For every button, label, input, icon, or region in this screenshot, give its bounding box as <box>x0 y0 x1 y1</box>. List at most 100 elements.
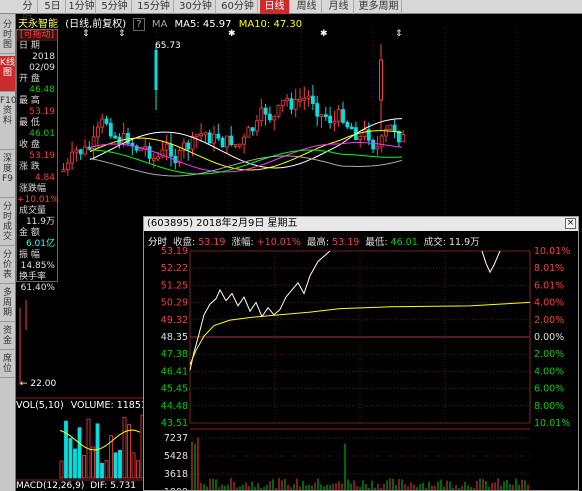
percent-axis-label: 8.01% <box>534 263 564 274</box>
candle-body <box>237 143 242 147</box>
intraday-chart[interactable]: 53.19 10.01% 52.22 8.01% 51.25 6.01% 50.29 4.00… <box>144 231 578 490</box>
kline-low-label: ← 22.00 <box>20 379 57 389</box>
candle-body <box>164 143 169 151</box>
percent-axis-label: 2.00% <box>534 349 564 360</box>
candle-body <box>70 151 74 164</box>
candle-body <box>371 139 376 150</box>
candle-body <box>108 123 113 137</box>
price-axis-label: 52.22 <box>161 263 188 274</box>
percent-axis-label: 10.01% <box>534 418 570 429</box>
candle-body <box>169 143 173 157</box>
candle-body <box>154 50 158 90</box>
info-value-1: 02/09 <box>29 63 55 73</box>
info-value-11: 61.40% <box>20 283 55 293</box>
percent-axis-label: 4.00% <box>534 298 564 309</box>
volume-label: VOL(5,10) VOLUME: 11851 <box>16 400 147 411</box>
percent-axis-label: 6.00% <box>534 384 564 395</box>
candle-body <box>289 98 294 110</box>
volume-axis-label: 3618 <box>164 469 188 480</box>
data-info-box[interactable]: [可拖动] 日 期 2018 02/09 开 盘 46.48 最 高 53.19 最 低 46.0… <box>16 29 59 293</box>
volume-bar <box>122 416 127 479</box>
volume-bar <box>82 454 86 479</box>
candle-body <box>267 113 272 121</box>
price-axis-label: 53.19 <box>161 246 188 257</box>
info-label-8: 成交量 <box>19 206 47 216</box>
info-label-2: 开 盘 <box>19 74 40 84</box>
candle-body <box>280 99 285 106</box>
volume-axis-label: 5428 <box>164 451 188 462</box>
price-axis-label: 49.32 <box>161 315 188 326</box>
price-axis-label: 47.38 <box>161 349 188 360</box>
candle-body <box>212 133 216 144</box>
percent-axis-label: 4.00% <box>534 366 564 377</box>
percent-axis-label: 0.00% <box>534 332 564 343</box>
candle-body <box>302 97 307 101</box>
candle-body <box>61 169 66 173</box>
info-value-6: 4.84 <box>34 173 55 183</box>
candle-body <box>315 103 320 117</box>
intraday-popup[interactable]: (603895) 2018年2月9日 星期五 × 分时 收盘: 53.19 涨幅:… <box>143 216 579 491</box>
close-button[interactable]: × <box>565 218 576 229</box>
info-drag-handle[interactable]: [可拖动] <box>17 30 57 41</box>
volume-bar <box>68 438 73 479</box>
candle-body <box>100 118 105 128</box>
volume-bar <box>113 452 118 479</box>
price-axis-label: 45.45 <box>161 384 188 395</box>
candle-body <box>186 142 191 150</box>
candle-body <box>147 146 152 159</box>
event-marker: ✱ <box>228 29 236 39</box>
event-marker: ✱ <box>320 29 328 39</box>
volume-bar <box>95 423 100 479</box>
candle-body <box>263 107 268 115</box>
volume-bar <box>104 460 109 479</box>
info-label-4: 最 低 <box>19 118 40 128</box>
volume-axis-label: 1809 <box>164 487 188 490</box>
volume-axis-label: 7237 <box>164 433 188 444</box>
intraday-price-line <box>189 250 331 371</box>
volume-bar <box>59 460 64 479</box>
volume-bar <box>118 449 122 479</box>
candle-body <box>199 133 204 137</box>
info-value-2: 46.48 <box>29 85 55 95</box>
price-axis-label: 44.48 <box>161 401 188 412</box>
candle-body <box>250 127 255 132</box>
candle-body <box>298 98 302 102</box>
candle-body <box>242 136 247 145</box>
candle-body <box>375 146 380 150</box>
candle-body <box>379 135 384 148</box>
candle-body <box>194 134 199 138</box>
info-label-9: 金 额 <box>19 228 40 238</box>
candle-body <box>332 120 337 124</box>
volume-bar <box>73 448 77 479</box>
candle-body <box>96 126 100 138</box>
candle-body <box>207 132 212 144</box>
candle-body <box>319 114 324 118</box>
candle-body <box>345 121 350 128</box>
kline-high-label: 65.73 <box>155 41 181 51</box>
candle-body <box>328 115 333 124</box>
candle-body <box>151 157 156 161</box>
candle-body <box>349 126 354 130</box>
candle-body <box>341 109 345 123</box>
price-axis-label: 51.25 <box>161 280 188 291</box>
candle-body <box>336 109 341 122</box>
info-label-0: 日 期 <box>19 41 40 51</box>
candle-body <box>310 95 315 104</box>
candle-body <box>233 144 238 147</box>
price-axis-label: 43.51 <box>161 418 188 429</box>
candle-body <box>224 135 229 148</box>
candle-body <box>216 133 221 139</box>
popup-title-bar[interactable]: (603895) 2018年2月9日 星期五 × <box>144 217 578 231</box>
candle-body <box>229 135 234 146</box>
candle-body <box>138 148 143 152</box>
info-value-3: 53.19 <box>29 107 55 117</box>
volume-bar <box>127 424 131 479</box>
candle-body <box>203 132 208 136</box>
event-marker: ⇕ <box>118 29 126 39</box>
info-value-8: 11.9万 <box>25 217 55 227</box>
event-marker: ⇕ <box>82 29 90 39</box>
popup-title: (603895) 2018年2月9日 星期五 <box>147 218 298 229</box>
candle-body <box>272 115 277 121</box>
price-axis-label: 46.41 <box>161 366 188 377</box>
candle-body <box>293 98 298 110</box>
